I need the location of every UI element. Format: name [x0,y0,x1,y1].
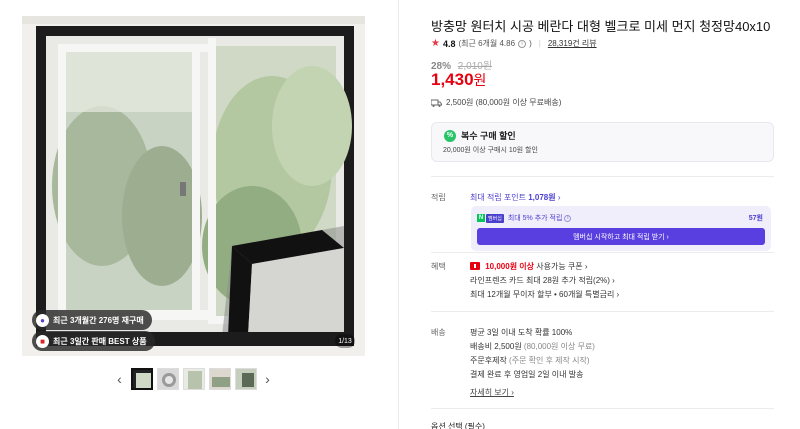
divider-3 [431,311,774,312]
repurchase-badge-text: 최근 3개월간 276명 재구매 [53,315,144,325]
max-points-text: 최대 적립 포인트 [470,193,526,202]
trophy-icon: ■ [36,334,49,348]
rating-recent-close: ) [529,39,532,48]
membership-box: N 멤버십 최대 5% 추가 적립 i 57원 멤버십 시작하고 최대 적립 받… [471,206,771,251]
rating-recent: (최근 6개월 4.86 [458,39,516,48]
divider-2 [431,252,774,253]
sale-price: 1,430원 [431,70,486,90]
coupon-amount: 10,000원 이상 [485,262,535,271]
made-to-order-note: (주문 확인 후 제작 시작) [509,356,590,365]
thumbnail-4-image [209,369,230,389]
shipping-summary-text: 2,500원 (80,000원 이상 무료배송) [446,98,562,107]
image-counter: 1/13 [335,334,355,348]
thumbnail-4[interactable] [208,368,231,390]
thumbnail-2-image [157,369,178,389]
start-membership-button[interactable]: 멤버십 시작하고 최대 적립 받기 › [477,228,765,245]
main-product-image[interactable] [22,16,365,356]
info-icon[interactable]: i [518,39,527,48]
membership-points: 57원 [748,215,763,222]
bag-icon: ● [36,313,49,327]
card-benefit-link[interactable]: 라인프렌즈 카드 최대 28원 추가 적립(2%) › [470,275,615,286]
thumbnail-strip: ‹ › [22,366,365,392]
best-seller-badge: ■ 최근 3일간 판매 BEST 상품 [32,331,155,351]
repurchase-badge: ● 최근 3개월간 276명 재구매 [32,310,152,330]
multi-buy-header: % 복수 구매 할인 [444,129,516,142]
percent-icon: % [444,129,456,142]
thumbnail-3-image [183,369,204,389]
delivery-line-3: 주문후제작 (주문 확인 후 제작 시작) [470,355,590,366]
delivery-label: 배송 [431,328,446,337]
coupon-text: 사용가능 쿠폰 › [536,262,588,271]
made-to-order: 주문후제작 [470,356,507,365]
membership-text: 최대 5% 추가 적립 [507,215,563,222]
delivery-line-2: 배송비 2,500원 (80,000원 이상 무료) [470,341,595,352]
delivery-line-1: 평균 3일 이내 도착 확률 100% [470,328,573,337]
naver-n-icon: N [477,214,485,222]
multi-buy-title: 복수 구매 할인 [461,131,516,141]
delivery-fee-note: (80,000원 이상 무료) [523,342,595,351]
product-title: 방충망 원터치 시공 베란다 대형 벨크로 미세 먼지 청정망40x10 [431,19,771,34]
shipping-summary: 2,500원 (80,000원 이상 무료배송) [431,97,561,108]
benefits-label: 혜택 [431,262,446,271]
sale-price-unit: 원 [473,72,487,88]
delivery-line-4: 결제 완료 후 영업일 2일 이내 발송 [470,370,584,379]
window-screen-illustration [22,16,365,356]
star-icon: ★ [431,38,440,49]
prev-image-button[interactable]: ‹ [113,368,127,390]
rating-score: 4.8 [442,38,456,49]
installment-link[interactable]: 최대 12개월 무이자 할부 • 60개월 특별금리 › [470,289,619,300]
max-points-value: 1,078원 [528,193,556,202]
membership-row: N 멤버십 최대 5% 추가 적립 i 57원 [477,212,763,224]
next-image-button[interactable]: › [261,368,275,390]
max-points-link[interactable]: 최대 적립 포인트 1,078원 › [470,192,561,203]
divider-1 [431,176,774,177]
thumbnail-1[interactable] [130,368,153,390]
delivery-fee: 배송비 2,500원 [470,342,522,351]
points-label: 적립 [431,193,446,202]
rating-separator: | [538,39,541,48]
rating-row: ★ 4.8 (최근 6개월 4.86 i ) | 28,319건 리뷰 [431,38,597,49]
thumbnail-3[interactable] [182,368,205,390]
product-gallery: ● 최근 3개월간 276명 재구매 ■ 최근 3일간 판매 BEST 상품 1… [22,16,365,356]
reviews-link[interactable]: 28,319건 리뷰 [548,38,597,49]
sale-price-value: 1,430 [431,70,474,89]
thumbnail-5[interactable] [234,368,257,390]
thumbnail-1-image [132,370,151,388]
best-seller-badge-text: 최근 3일간 판매 BEST 상품 [53,336,147,346]
info-icon[interactable]: i [564,214,572,222]
thumbnail-5-image [235,369,256,389]
divider-4 [431,408,774,409]
column-divider [398,0,399,429]
membership-badge: 멤버십 [486,213,504,223]
coupon-icon [470,262,480,270]
option-select-label[interactable]: 옵션 선택 (필수) [431,421,485,429]
thumbnail-2[interactable] [156,368,179,390]
chevron-right-icon: › [557,193,561,202]
truck-icon [431,99,442,107]
multi-buy-desc: 20,000원 이상 구매시 10원 할인 [443,147,538,154]
delivery-details-link[interactable]: 자세히 보기 › [470,387,514,398]
multi-buy-discount-box: % 복수 구매 할인 20,000원 이상 구매시 10원 할인 [431,122,774,162]
coupon-link[interactable]: 10,000원 이상 사용가능 쿠폰 › [470,261,588,272]
